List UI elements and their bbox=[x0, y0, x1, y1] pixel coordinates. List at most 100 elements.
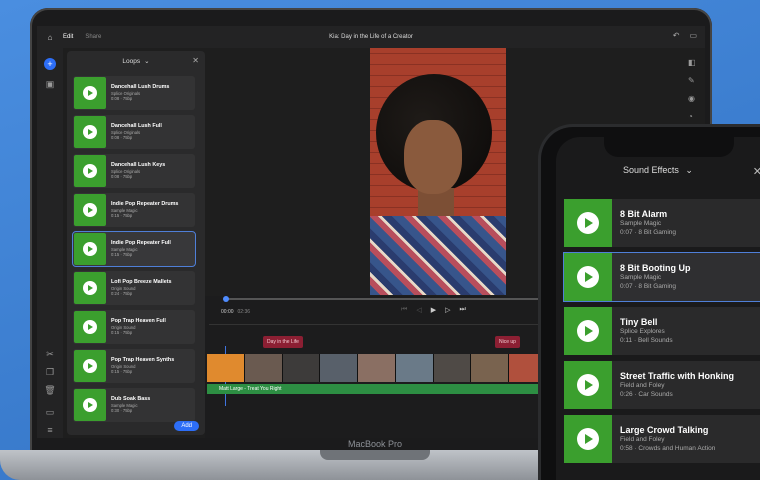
sound-effect-item[interactable]: 8 Bit Alarm Sample Magic 0:07 · 8 Bit Gami… bbox=[564, 199, 760, 247]
loop-name: Dancehall Lush Full bbox=[111, 123, 162, 130]
video-clip[interactable] bbox=[207, 354, 245, 382]
loop-thumbnail bbox=[74, 194, 106, 226]
close-icon[interactable]: ✕ bbox=[192, 56, 199, 65]
step-forward-icon[interactable]: ▷ bbox=[445, 306, 450, 314]
sound-effect-item[interactable]: Tiny Bell Splice Explores 0:11 · Bell Soun… bbox=[564, 307, 760, 355]
loop-name: Dub Soak Bass bbox=[111, 396, 151, 403]
title-clip-tag[interactable]: Nice up bbox=[495, 336, 520, 348]
play-icon[interactable] bbox=[577, 212, 599, 234]
play-icon[interactable] bbox=[577, 266, 599, 288]
loop-thumbnail bbox=[74, 155, 106, 187]
duration: 02:36 bbox=[237, 309, 251, 315]
loop-name: Pop Trap Heaven Synths bbox=[111, 357, 175, 364]
step-back-icon[interactable]: ◁ bbox=[416, 306, 421, 314]
play-icon[interactable] bbox=[83, 320, 97, 334]
play-icon[interactable] bbox=[83, 125, 97, 139]
loop-item[interactable]: Lofi Pop Breeze Mallets Origin Sound 0:24 … bbox=[73, 271, 195, 305]
top-actions: ↶ ▭ bbox=[673, 31, 697, 40]
loop-meta: 0:30 · 75bp bbox=[111, 408, 133, 414]
sound-effects-title: Sound Effects bbox=[623, 165, 679, 175]
adjust-icon[interactable]: ◧ bbox=[688, 58, 696, 67]
play-icon[interactable] bbox=[577, 320, 599, 342]
sound-meta: 0:07 · 8 Bit Gaming bbox=[620, 282, 676, 290]
play-icon[interactable] bbox=[83, 242, 97, 256]
loop-item[interactable]: Dub Soak Bass Sample Magic 0:30 · 75bp bbox=[73, 388, 195, 422]
sound-effect-item[interactable]: Street Traffic with Honking Field and Fol… bbox=[564, 361, 760, 409]
audio-track[interactable]: Matt Large - Treat You Right bbox=[207, 384, 547, 394]
filter-icon[interactable]: ◉ bbox=[688, 94, 695, 103]
close-icon[interactable]: ✕ bbox=[753, 165, 760, 178]
loops-panel: Loops ⌄ ✕ Dancehall Lush Drums Splice Ori… bbox=[67, 51, 205, 435]
play-icon[interactable] bbox=[83, 203, 97, 217]
video-preview[interactable] bbox=[370, 48, 506, 295]
delete-icon[interactable]: 🗑 bbox=[44, 384, 56, 396]
video-clip[interactable] bbox=[282, 354, 321, 382]
undo-icon[interactable]: ↶ bbox=[673, 31, 680, 40]
video-clip[interactable] bbox=[320, 354, 359, 382]
loops-panel-header[interactable]: Loops ⌄ ✕ bbox=[67, 51, 205, 71]
duplicate-icon[interactable]: ❐ bbox=[44, 366, 56, 378]
sound-name: Large Crowd Talking bbox=[620, 424, 709, 435]
loop-item[interactable]: Dancehall Lush Keys Splice Originals 0:08 … bbox=[73, 154, 195, 188]
play-icon[interactable]: ▶ bbox=[431, 306, 436, 314]
sound-meta: 0:11 · Bell Sounds bbox=[620, 336, 673, 344]
sound-effects-header[interactable]: Sound Effects ⌄ bbox=[556, 165, 760, 185]
loop-name: Dancehall Lush Drums bbox=[111, 84, 170, 91]
video-clip[interactable] bbox=[358, 354, 396, 382]
sound-name: Tiny Bell bbox=[620, 316, 658, 327]
comment-icon[interactable]: ▭ bbox=[689, 31, 697, 40]
chevron-down-icon: ⌄ bbox=[685, 165, 693, 175]
layout-icon[interactable]: ▭ bbox=[44, 406, 56, 418]
loop-thumbnail bbox=[74, 233, 106, 265]
loop-item[interactable]: Indie Pop Repeater Drums Sample Magic 0:15… bbox=[73, 193, 195, 227]
skip-forward-icon[interactable]: ⏭ bbox=[459, 306, 465, 314]
subject-face bbox=[404, 120, 462, 194]
scrubber-handle[interactable] bbox=[223, 296, 229, 302]
loop-item[interactable]: Dancehall Lush Full Splice Originals 0:08 … bbox=[73, 115, 195, 149]
sound-effect-item[interactable]: Large Crowd Talking Field and Foley 0:58 ·… bbox=[564, 415, 760, 463]
list-icon[interactable]: ≡ bbox=[44, 424, 56, 436]
video-track[interactable] bbox=[207, 354, 548, 382]
effects-icon[interactable]: ✎ bbox=[688, 76, 695, 85]
play-icon[interactable] bbox=[83, 359, 97, 373]
video-clip[interactable] bbox=[433, 354, 472, 382]
tab-share[interactable]: Share bbox=[85, 34, 101, 40]
skip-back-icon[interactable]: ⏮ bbox=[401, 306, 407, 314]
add-button[interactable]: Add bbox=[174, 421, 199, 431]
play-icon[interactable] bbox=[83, 281, 97, 295]
home-icon[interactable]: ⌂ bbox=[37, 33, 63, 42]
loop-thumbnail bbox=[74, 389, 106, 421]
tab-edit[interactable]: Edit bbox=[63, 34, 73, 40]
video-clip[interactable] bbox=[471, 354, 510, 382]
sound-meta: 0:07 · 8 Bit Gaming bbox=[620, 228, 676, 236]
play-icon[interactable] bbox=[83, 86, 97, 100]
add-media-icon[interactable]: + bbox=[44, 58, 56, 70]
loop-meta: 0:08 · 75bp bbox=[111, 174, 133, 180]
loop-item[interactable]: Pop Trap Heaven Full Origin Sound 0:15 · 7… bbox=[73, 310, 195, 344]
phone-notch bbox=[604, 137, 734, 157]
loop-name: Lofi Pop Breeze Mallets bbox=[111, 279, 172, 286]
video-clip[interactable] bbox=[244, 354, 283, 382]
loop-thumbnail bbox=[74, 350, 106, 382]
loop-meta: 0:15 · 75bp bbox=[111, 252, 133, 258]
top-bar: ⌂ Edit Share Kia: Day in the Life of a C… bbox=[37, 26, 705, 48]
loop-item[interactable]: Pop Trap Heaven Synths Origin Sound 0:15 ·… bbox=[73, 349, 195, 383]
media-icon[interactable]: ▣ bbox=[44, 78, 56, 90]
sound-source: Field and Foley bbox=[620, 382, 665, 390]
play-icon[interactable] bbox=[577, 428, 599, 450]
loop-name: Pop Trap Heaven Full bbox=[111, 318, 166, 325]
split-icon[interactable]: ✂ bbox=[44, 348, 56, 360]
title-clip-tag[interactable]: Day in the Life bbox=[263, 336, 303, 348]
loops-panel-title: Loops bbox=[122, 57, 141, 65]
video-clip[interactable] bbox=[395, 354, 434, 382]
play-icon[interactable] bbox=[577, 374, 599, 396]
loop-item[interactable]: Dancehall Lush Drums Splice Originals 0:08… bbox=[73, 76, 195, 110]
sound-meta: 0:58 · Crowds and Human Action bbox=[620, 444, 716, 452]
sound-effect-item-selected[interactable]: 8 Bit Booting Up Sample Magic 0:07 · 8 Bit… bbox=[563, 252, 760, 302]
loop-name: Indie Pop Repeater Drums bbox=[111, 201, 179, 208]
loop-item-selected[interactable]: Indie Pop Repeater Full Sample Magic 0:15 … bbox=[72, 231, 196, 267]
speed-icon[interactable]: ◔ bbox=[688, 112, 693, 121]
sound-thumbnail bbox=[564, 361, 612, 409]
play-icon[interactable] bbox=[83, 398, 97, 412]
play-icon[interactable] bbox=[83, 164, 97, 178]
